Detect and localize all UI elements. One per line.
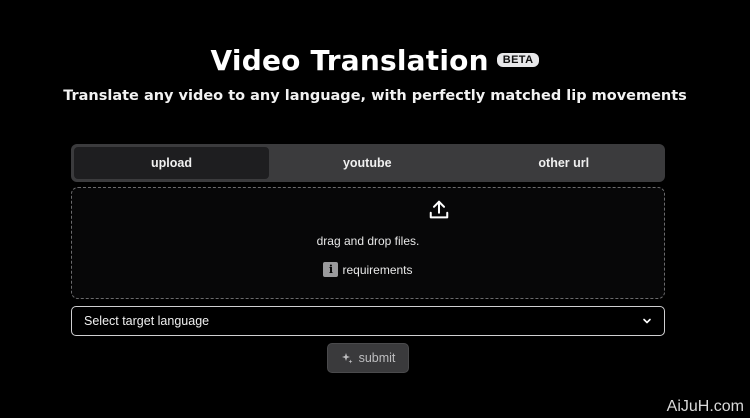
dropzone-text: drag and drop files. <box>316 234 420 248</box>
source-tabs: upload youtube other url <box>71 144 665 182</box>
title-row: Video Translation BETA <box>0 44 750 77</box>
file-dropzone[interactable]: drag and drop files. i requirements <box>71 187 665 299</box>
submit-button[interactable]: submit <box>327 343 409 373</box>
tab-upload[interactable]: upload <box>74 147 269 179</box>
requirements-label: requirements <box>342 262 413 277</box>
upload-icon <box>429 200 449 219</box>
submit-label: submit <box>358 351 396 365</box>
beta-badge: BETA <box>496 52 540 67</box>
page-title: Video Translation <box>210 44 489 77</box>
requirements-link[interactable]: i requirements <box>72 262 664 277</box>
tab-other-url[interactable]: other url <box>466 147 663 179</box>
watermark: AiJuH.com <box>666 398 744 415</box>
info-icon: i <box>323 262 339 277</box>
chevron-down-icon <box>643 318 651 324</box>
page: Video Translation BETA Translate any vid… <box>0 0 750 418</box>
tab-youtube[interactable]: youtube <box>269 147 466 179</box>
target-language-value: Select target language <box>84 314 210 328</box>
page-subtitle: Translate any video to any language, wit… <box>63 88 687 104</box>
target-language-select[interactable]: Select target language <box>71 306 665 336</box>
sparkle-icon <box>341 353 353 364</box>
